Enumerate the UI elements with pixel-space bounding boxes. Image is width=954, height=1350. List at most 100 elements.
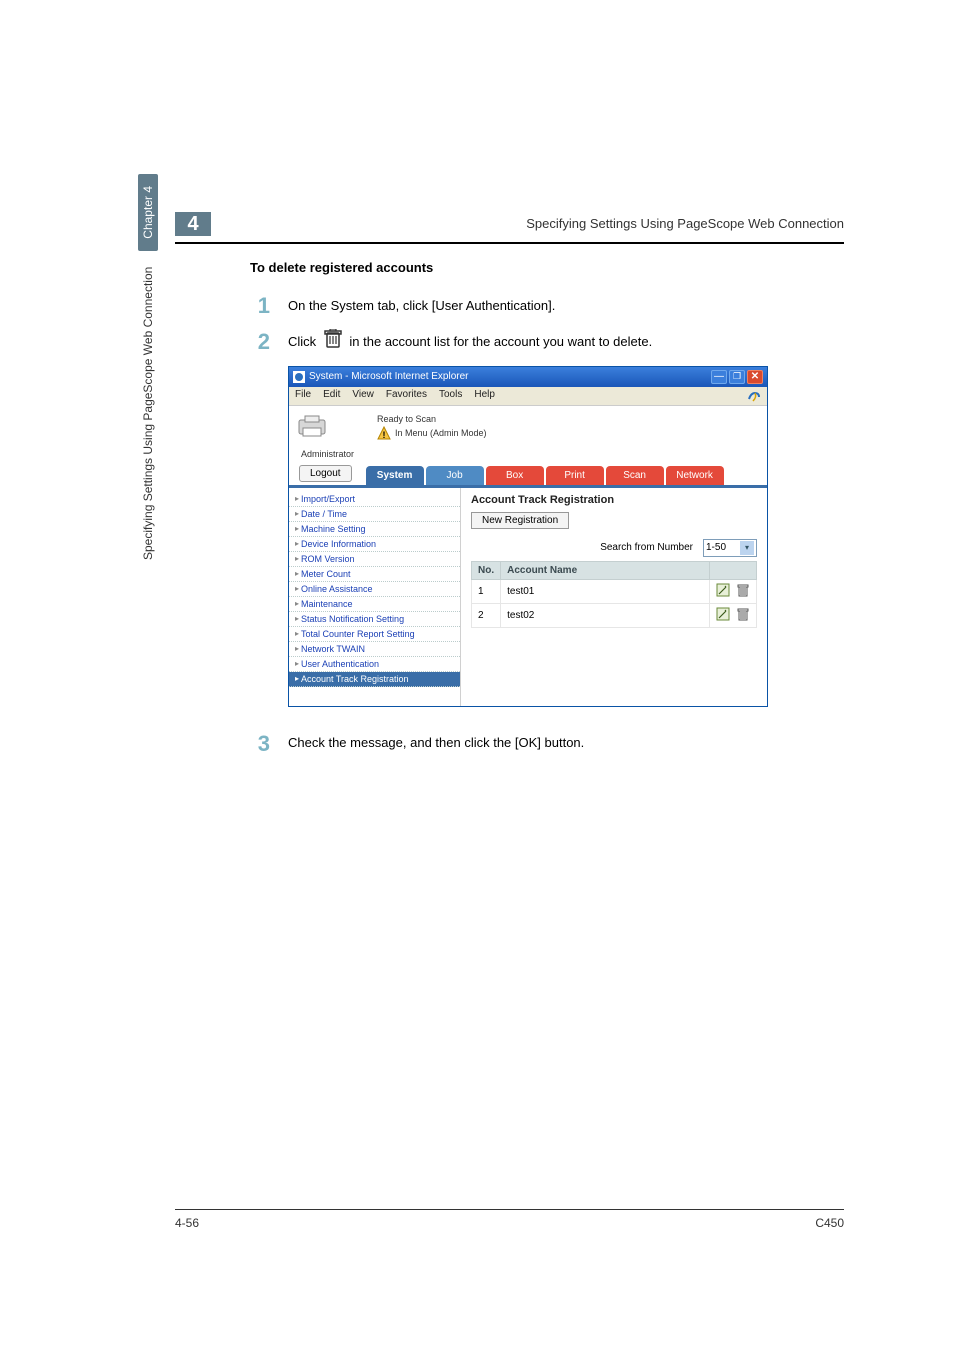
footer-rule: [175, 1209, 844, 1210]
table-row: 2 test02: [472, 603, 757, 627]
step-2-post: in the account list for the account you …: [349, 334, 652, 349]
pane-title: Account Track Registration: [471, 494, 757, 506]
column-no: No.: [472, 561, 501, 579]
step-1: 1 On the System tab, click [User Authent…: [250, 293, 844, 319]
chapter-number: 4: [175, 212, 211, 236]
step-3-number: 3: [250, 731, 270, 757]
window-minimize-button[interactable]: —: [711, 370, 727, 384]
ie-page-icon: [293, 371, 305, 383]
menu-edit[interactable]: Edit: [323, 389, 340, 403]
step-2-number: 2: [250, 329, 270, 355]
tab-box[interactable]: Box: [486, 466, 544, 485]
search-from-number-select[interactable]: 1-50 ▾: [703, 539, 757, 557]
tab-scan[interactable]: Scan: [606, 466, 664, 485]
window-maximize-button[interactable]: ❐: [729, 370, 745, 384]
chevron-right-icon: ▸: [295, 629, 299, 638]
menu-file[interactable]: File: [295, 389, 311, 403]
status-line-2: In Menu (Admin Mode): [395, 428, 487, 438]
sidebar-item-machine-setting[interactable]: ▸Machine Setting: [289, 522, 460, 537]
window-titlebar: System - Microsoft Internet Explorer — ❐…: [289, 367, 767, 387]
step-1-number: 1: [250, 293, 270, 319]
cell-no: 1: [472, 579, 501, 603]
sidebar-item-date-time[interactable]: ▸Date / Time: [289, 507, 460, 522]
administrator-label: Administrator: [289, 447, 767, 465]
cell-account-name: test02: [501, 603, 710, 627]
section-heading: To delete registered accounts: [250, 260, 844, 275]
trash-icon[interactable]: [736, 607, 750, 624]
sidebar-item-meter-count[interactable]: ▸Meter Count: [289, 567, 460, 582]
sidebar-item-label: Network TWAIN: [301, 644, 365, 654]
sidebar-item-status-notification[interactable]: ▸Status Notification Setting: [289, 612, 460, 627]
step-3: 3 Check the message, and then click the …: [250, 731, 844, 757]
tab-job[interactable]: Job: [426, 466, 484, 485]
sidebar-item-label: Total Counter Report Setting: [301, 629, 415, 639]
step-2-pre: Click: [288, 334, 320, 349]
chevron-right-icon: ▸: [295, 554, 299, 563]
sidebar-item-device-information[interactable]: ▸Device Information: [289, 537, 460, 552]
sidebar-item-rom-version[interactable]: ▸ROM Version: [289, 552, 460, 567]
ie-window: System - Microsoft Internet Explorer — ❐…: [288, 366, 768, 707]
step-3-text: Check the message, and then click the [O…: [288, 733, 584, 754]
sidebar-item-label: Maintenance: [301, 599, 353, 609]
chevron-down-icon: ▾: [740, 541, 754, 555]
chevron-right-icon: ▸: [295, 584, 299, 593]
sidebar: ▸Import/Export ▸Date / Time ▸Machine Set…: [289, 488, 461, 706]
running-header-title: Specifying Settings Using PageScope Web …: [526, 216, 844, 231]
cell-no: 2: [472, 603, 501, 627]
sidebar-item-label: Meter Count: [301, 569, 351, 579]
sidebar-item-label: Device Information: [301, 539, 376, 549]
model-number: C450: [815, 1216, 844, 1230]
column-account-name: Account Name: [501, 561, 710, 579]
sidebar-item-total-counter-report[interactable]: ▸Total Counter Report Setting: [289, 627, 460, 642]
search-select-value: 1-50: [706, 542, 726, 553]
chevron-right-icon: ▸: [295, 674, 299, 683]
page-number: 4-56: [175, 1216, 199, 1230]
sidebar-item-label: ROM Version: [301, 554, 355, 564]
step-2-text: Click in the account list for the accoun…: [288, 329, 652, 356]
sidebar-item-label: Account Track Registration: [301, 674, 409, 684]
menubar: File Edit View Favorites Tools Help: [289, 387, 767, 406]
side-vertical-label: Specifying Settings Using PageScope Web …: [138, 174, 158, 560]
sidebar-item-account-track-registration[interactable]: ▸Account Track Registration: [289, 672, 460, 687]
chevron-right-icon: ▸: [295, 539, 299, 548]
logout-button[interactable]: Logout: [299, 465, 352, 482]
chevron-right-icon: ▸: [295, 509, 299, 518]
search-from-number-label: Search from Number: [600, 542, 693, 553]
sidebar-item-online-assistance[interactable]: ▸Online Assistance: [289, 582, 460, 597]
sidebar-item-label: Online Assistance: [301, 584, 373, 594]
window-close-button[interactable]: ✕: [747, 370, 763, 384]
edit-icon[interactable]: [716, 607, 730, 624]
sidebar-item-network-twain[interactable]: ▸Network TWAIN: [289, 642, 460, 657]
chapter-pill: Chapter 4: [138, 174, 158, 251]
menu-view[interactable]: View: [352, 389, 374, 403]
chevron-right-icon: ▸: [295, 614, 299, 623]
chevron-right-icon: ▸: [295, 569, 299, 578]
tab-system[interactable]: System: [366, 466, 424, 485]
svg-text:!: !: [383, 430, 386, 440]
chevron-right-icon: ▸: [295, 644, 299, 653]
chevron-right-icon: ▸: [295, 524, 299, 533]
edit-icon[interactable]: [716, 583, 730, 600]
step-1-text: On the System tab, click [User Authentic…: [288, 296, 555, 317]
status-line-1: Ready to Scan: [377, 414, 487, 424]
chevron-right-icon: ▸: [295, 599, 299, 608]
content-pane: Account Track Registration New Registrat…: [461, 488, 767, 706]
sidebar-item-maintenance[interactable]: ▸Maintenance: [289, 597, 460, 612]
sidebar-item-import-export[interactable]: ▸Import/Export: [289, 492, 460, 507]
menu-help[interactable]: Help: [474, 389, 495, 403]
column-actions: [710, 561, 757, 579]
chevron-right-icon: ▸: [295, 659, 299, 668]
sidebar-item-label: User Authentication: [301, 659, 379, 669]
trash-icon[interactable]: [736, 583, 750, 600]
menu-favorites[interactable]: Favorites: [386, 389, 427, 403]
menu-tools[interactable]: Tools: [439, 389, 462, 403]
sidebar-item-user-authentication[interactable]: ▸User Authentication: [289, 657, 460, 672]
tab-print[interactable]: Print: [546, 466, 604, 485]
table-row: 1 test01: [472, 579, 757, 603]
chevron-right-icon: ▸: [295, 494, 299, 503]
sidebar-item-label: Import/Export: [301, 494, 355, 504]
cell-account-name: test01: [501, 579, 710, 603]
new-registration-button[interactable]: New Registration: [471, 512, 569, 529]
tab-network[interactable]: Network: [666, 466, 724, 485]
step-2: 2 Click in the account list for the acco…: [250, 329, 844, 356]
